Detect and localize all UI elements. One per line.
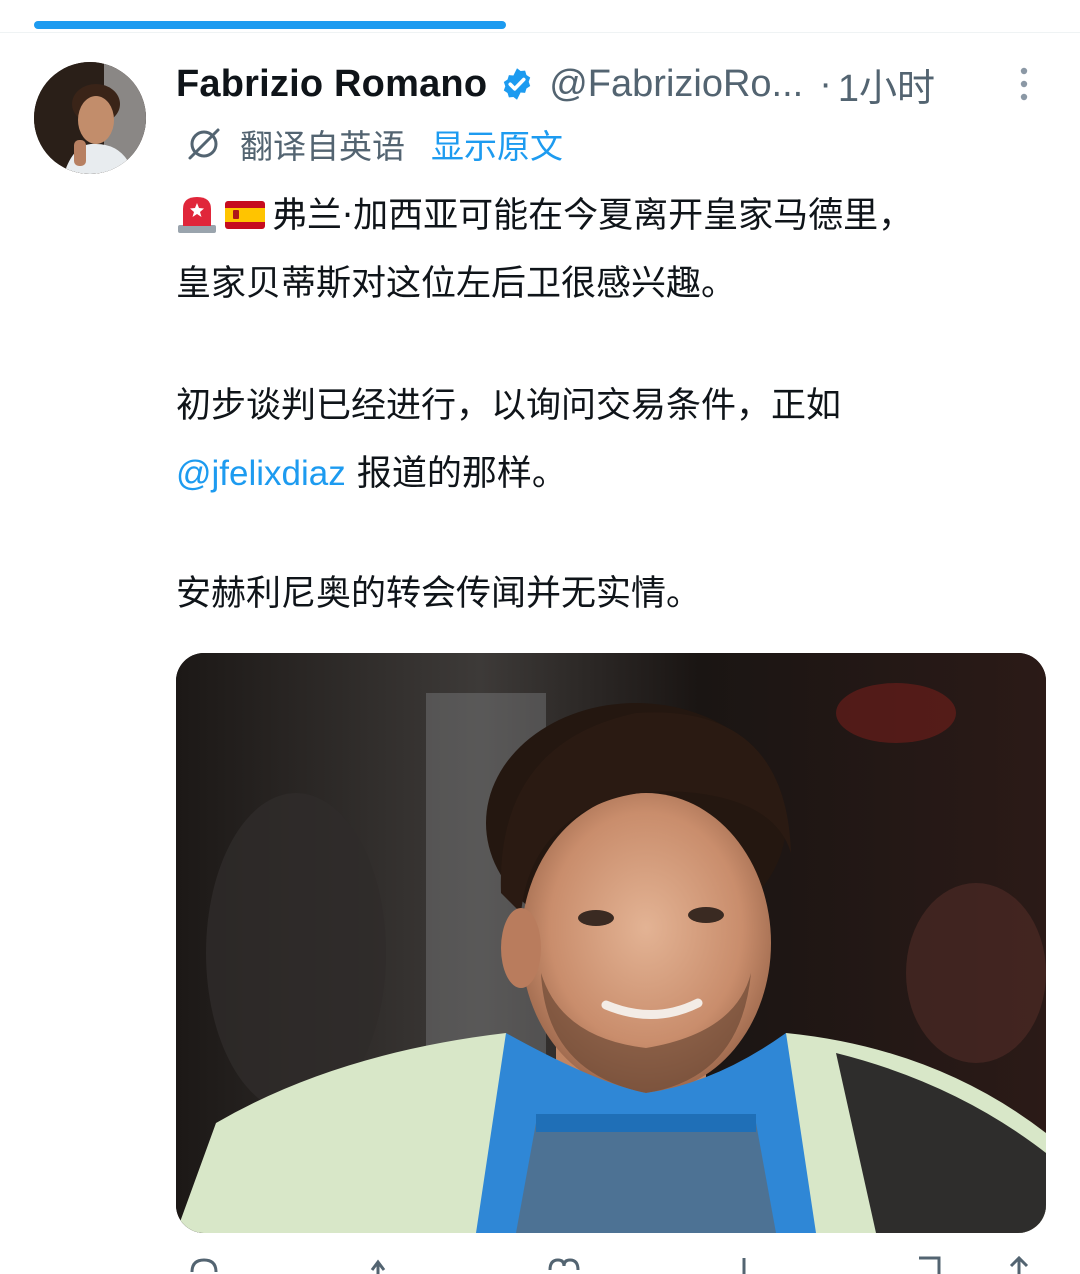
tweet-header: Fabrizio Romano @FabrizioRo... · 1小时 (176, 56, 1056, 112)
views-button[interactable] (726, 1254, 762, 1274)
spain-flag-icon (225, 201, 265, 229)
progress-indicator (34, 21, 506, 29)
tweet-paragraph-3: 安赫利尼奥的转会传闻并无实情。 (176, 560, 1036, 628)
author-name[interactable]: Fabrizio Romano (176, 63, 487, 106)
share-button[interactable] (1001, 1254, 1037, 1274)
timestamp[interactable]: 1小时 (838, 57, 935, 112)
show-original-link[interactable]: 显示原文 (431, 120, 563, 168)
separator-dot: · (819, 62, 832, 105)
more-options-icon[interactable] (1012, 66, 1036, 102)
translation-row: 翻译自英语 显示原文 (184, 120, 563, 168)
avatar[interactable] (34, 62, 146, 174)
author-handle[interactable]: @FabrizioRo... (549, 63, 803, 106)
paragraph-2-line-2: 报道的那样。 (345, 454, 567, 494)
verified-badge-icon (504, 68, 531, 100)
divider (0, 32, 1080, 33)
paragraph-1-line-1: 弗兰·加西亚可能在今夏离开皇家马德里， (272, 196, 914, 236)
paragraph-2-line-1: 初步谈判已经进行，以询问交易条件，正如 (176, 386, 842, 426)
reply-icon (190, 1258, 218, 1273)
tweet-paragraph-2: 初步谈判已经进行，以询问交易条件，正如 @jfelixdiaz 报道的那样。 (176, 372, 1036, 508)
bookmark-icon (919, 1256, 941, 1274)
tweet-media-image[interactable] (176, 653, 1046, 1233)
tweet-paragraph-1: 弗兰·加西亚可能在今夏离开皇家马德里， 皇家贝蒂斯对这位左后卫很感兴趣。 (176, 182, 1036, 318)
views-icon (742, 1258, 746, 1274)
like-button[interactable] (546, 1254, 582, 1274)
translated-from-label: 翻译自英语 (240, 127, 405, 166)
reply-button[interactable] (186, 1254, 222, 1274)
share-icon (1009, 1255, 1029, 1274)
tweet-action-bar (176, 1254, 1056, 1274)
tweet-screen: Fabrizio Romano @FabrizioRo... · 1小时 翻译自… (0, 0, 1080, 1274)
repost-button[interactable] (366, 1254, 402, 1274)
police-light-icon (178, 197, 216, 233)
repost-icon (370, 1259, 386, 1274)
translate-icon (188, 128, 220, 160)
bookmark-button[interactable] (911, 1254, 947, 1274)
heart-icon (548, 1258, 580, 1271)
paragraph-1-line-2: 皇家贝蒂斯对这位左后卫很感兴趣。 (176, 264, 737, 304)
mention-link[interactable]: @jfelixdiaz (176, 454, 346, 493)
paragraph-3-line-1: 安赫利尼奥的转会传闻并无实情。 (176, 574, 702, 614)
